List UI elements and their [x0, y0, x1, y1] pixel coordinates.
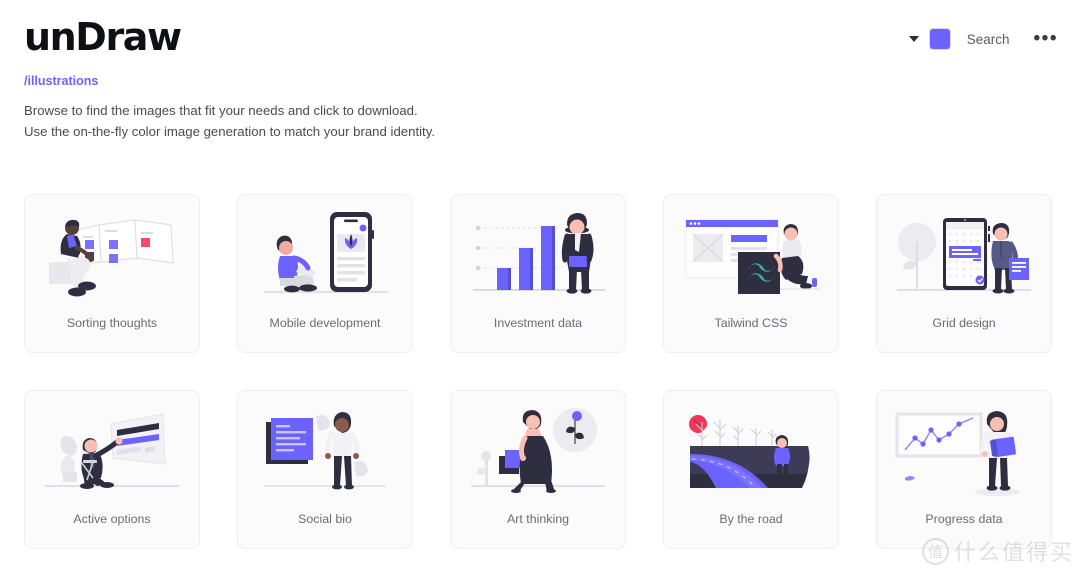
- illustration-label: Art thinking: [507, 512, 569, 526]
- top-controls: Search •••: [908, 28, 1058, 50]
- illustration-label: Social bio: [298, 512, 352, 526]
- art-thinking-illustration: [451, 391, 625, 511]
- chevron-down-icon[interactable]: [908, 36, 919, 42]
- illustration-card-by-the-road[interactable]: By the road: [663, 390, 839, 549]
- by-the-road-illustration: [664, 391, 838, 511]
- active-options-illustration: [25, 391, 199, 511]
- mobile-development-illustration: [238, 195, 412, 315]
- sorting-thoughts-illustration: [25, 195, 199, 315]
- investment-data-illustration: [451, 195, 625, 315]
- illustration-card-investment-data[interactable]: Investment data: [450, 194, 626, 353]
- search-button[interactable]: Search: [967, 32, 1010, 47]
- illustration-card-progress-data[interactable]: Progress data: [876, 390, 1052, 549]
- grid-design-illustration: [877, 195, 1051, 315]
- illustration-label: Tailwind CSS: [714, 316, 788, 330]
- illustration-label: Grid design: [932, 316, 996, 330]
- illustration-card-art-thinking[interactable]: Art thinking: [450, 390, 626, 549]
- illustration-label: Active options: [73, 512, 151, 526]
- illustration-label: By the road: [719, 512, 783, 526]
- intro-paragraph: Browse to find the images that fit your …: [24, 103, 435, 139]
- top-bar: unDraw Search •••: [0, 0, 1080, 72]
- illustration-label: Sorting thoughts: [66, 316, 158, 330]
- illustration-card-tailwind-css[interactable]: Tailwind CSS: [663, 194, 839, 353]
- undraw-logo[interactable]: unDraw: [24, 18, 182, 56]
- illustration-label: Mobile development: [269, 316, 381, 330]
- illustration-label: Progress data: [925, 512, 1003, 526]
- breadcrumb[interactable]: /illustrations: [24, 74, 98, 88]
- more-options-icon[interactable]: •••: [1034, 29, 1058, 48]
- undraw-illustrations-page: unDraw Search ••• /illustrations Browse …: [0, 0, 1080, 571]
- illustration-label: Investment data: [493, 316, 583, 330]
- illustration-card-active-options[interactable]: Active options: [24, 390, 200, 549]
- illustration-card-sorting-thoughts[interactable]: Sorting thoughts: [24, 194, 200, 353]
- illustration-grid: Sorting thoughts Mobile development Inve…: [24, 194, 1052, 549]
- social-bio-illustration: [238, 391, 412, 511]
- color-swatch[interactable]: [928, 28, 951, 50]
- illustration-card-mobile-development[interactable]: Mobile development: [237, 194, 413, 353]
- illustration-card-social-bio[interactable]: Social bio: [237, 390, 413, 549]
- illustration-card-grid-design[interactable]: Grid design: [876, 194, 1052, 353]
- progress-data-illustration: [877, 391, 1051, 511]
- tailwind-css-illustration: [664, 195, 838, 315]
